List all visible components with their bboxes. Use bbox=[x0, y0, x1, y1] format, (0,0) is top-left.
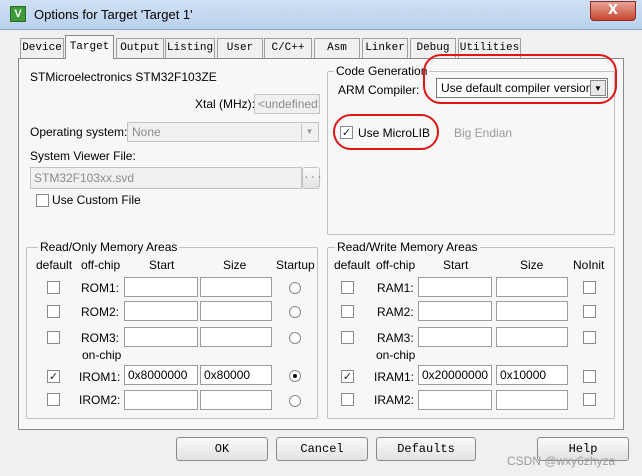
irom2-start-input[interactable] bbox=[124, 390, 198, 410]
rom-onchip-label: on-chip bbox=[82, 348, 122, 362]
ram-header-size: Size bbox=[520, 258, 544, 272]
browse-button[interactable]: ... bbox=[302, 167, 323, 189]
use-custom-file-label: Use Custom File bbox=[52, 193, 141, 207]
ram3-start-input[interactable] bbox=[418, 327, 492, 347]
rom2-start-input[interactable] bbox=[124, 301, 198, 321]
irom1-default-checkbox[interactable]: ✓ bbox=[47, 370, 60, 383]
ram1-noinit-checkbox[interactable] bbox=[583, 281, 596, 294]
highlight-compiler-annotation bbox=[423, 54, 617, 104]
highlight-microlib-annotation bbox=[333, 114, 439, 150]
xtal-input[interactable]: <undefined> bbox=[254, 94, 320, 114]
rom-header-start: Start bbox=[149, 258, 175, 272]
ram3-noinit-checkbox[interactable] bbox=[583, 331, 596, 344]
ram2-size-input[interactable] bbox=[496, 301, 568, 321]
iram1-default-checkbox[interactable]: ✓ bbox=[341, 370, 354, 383]
rom-header-size: Size bbox=[223, 258, 247, 272]
use-custom-file-checkbox[interactable] bbox=[36, 194, 49, 207]
rom2-default-checkbox[interactable] bbox=[47, 305, 60, 318]
csdn-watermark: CSDN @wxy6zhyza bbox=[507, 454, 616, 468]
iram1-noinit-checkbox[interactable] bbox=[583, 370, 596, 383]
system-viewer-input[interactable]: STM32F103xx.svd bbox=[30, 167, 302, 189]
ram-header-offchip: off-chip bbox=[376, 258, 416, 272]
device-name: STMicroelectronics STM32F103ZE bbox=[30, 70, 217, 84]
irom1-label: IROM1: bbox=[79, 370, 121, 384]
iram1-label: IRAM1: bbox=[374, 370, 415, 384]
rom-header-offchip: off-chip bbox=[81, 258, 121, 272]
rom1-startup-radio[interactable] bbox=[289, 282, 301, 294]
ram2-noinit-checkbox[interactable] bbox=[583, 305, 596, 318]
rom2-size-input[interactable] bbox=[200, 301, 272, 321]
big-endian-label: Big Endian bbox=[454, 126, 513, 140]
window-title-background-text: below according to the target STM32 devi… bbox=[210, 8, 521, 20]
ram-header-noinit: NoInit bbox=[573, 258, 605, 272]
iram1-start-input[interactable]: 0x20000000 bbox=[418, 365, 492, 385]
window-title: Options for Target 'Target 1' bbox=[34, 7, 193, 22]
irom2-label: IROM2: bbox=[79, 393, 121, 407]
ram1-size-input[interactable] bbox=[496, 277, 568, 297]
rom1-default-checkbox[interactable] bbox=[47, 281, 60, 294]
rom3-default-checkbox[interactable] bbox=[47, 331, 60, 344]
xtal-label: Xtal (MHz): bbox=[195, 97, 255, 111]
iram2-noinit-checkbox[interactable] bbox=[583, 393, 596, 406]
ram-group-title: Read/Write Memory Areas bbox=[335, 240, 480, 254]
iram2-start-input[interactable] bbox=[418, 390, 492, 410]
rom2-label: ROM2: bbox=[81, 305, 120, 319]
rom3-startup-radio[interactable] bbox=[289, 332, 301, 344]
tab-asm[interactable]: Asm bbox=[314, 38, 360, 58]
rom3-label: ROM3: bbox=[81, 331, 120, 345]
rom2-startup-radio[interactable] bbox=[289, 306, 301, 318]
tab-user[interactable]: User bbox=[217, 38, 263, 58]
ram3-label: RAM3: bbox=[377, 331, 414, 345]
rom1-size-input[interactable] bbox=[200, 277, 272, 297]
iram2-size-input[interactable] bbox=[496, 390, 568, 410]
irom1-size-input[interactable]: 0x80000 bbox=[200, 365, 272, 385]
iram2-label: IRAM2: bbox=[374, 393, 415, 407]
rom3-start-input[interactable] bbox=[124, 327, 198, 347]
rom1-label: ROM1: bbox=[81, 281, 120, 295]
tab-c-cpp[interactable]: C/C++ bbox=[264, 38, 312, 58]
ram1-start-input[interactable] bbox=[418, 277, 492, 297]
defaults-button[interactable]: Defaults bbox=[376, 437, 476, 461]
ram2-default-checkbox[interactable] bbox=[341, 305, 354, 318]
irom1-startup-radio[interactable] bbox=[289, 370, 301, 382]
iram1-size-input[interactable]: 0x10000 bbox=[496, 365, 568, 385]
tab-target[interactable]: Target bbox=[65, 35, 114, 59]
irom2-default-checkbox[interactable] bbox=[47, 393, 60, 406]
system-viewer-label: System Viewer File: bbox=[30, 149, 136, 163]
ram2-start-input[interactable] bbox=[418, 301, 492, 321]
tab-output[interactable]: Output bbox=[116, 38, 164, 58]
rom1-start-input[interactable] bbox=[124, 277, 198, 297]
tab-listing[interactable]: Listing bbox=[165, 38, 215, 58]
chevron-down-icon: ▼ bbox=[301, 124, 317, 140]
ram-onchip-label: on-chip bbox=[376, 348, 416, 362]
irom1-start-input[interactable]: 0x8000000 bbox=[124, 365, 198, 385]
tab-linker[interactable]: Linker bbox=[362, 38, 408, 58]
code-generation-title: Code Generation bbox=[334, 64, 430, 78]
irom2-startup-radio[interactable] bbox=[289, 395, 301, 407]
os-label: Operating system: bbox=[30, 125, 128, 139]
os-select[interactable]: None ▼ bbox=[127, 122, 319, 142]
ram2-label: RAM2: bbox=[377, 305, 414, 319]
rom-header-default: default bbox=[36, 258, 73, 272]
rom3-size-input[interactable] bbox=[200, 327, 272, 347]
ram1-default-checkbox[interactable] bbox=[341, 281, 354, 294]
ram3-default-checkbox[interactable] bbox=[341, 331, 354, 344]
iram2-default-checkbox[interactable] bbox=[341, 393, 354, 406]
rom-group-title: Read/Only Memory Areas bbox=[38, 240, 180, 254]
ram1-label: RAM1: bbox=[377, 281, 414, 295]
ok-button[interactable]: OK bbox=[176, 437, 268, 461]
irom2-size-input[interactable] bbox=[200, 390, 272, 410]
os-select-value: None bbox=[132, 125, 161, 139]
rom-header-startup: Startup bbox=[276, 258, 315, 272]
keil-app-icon: V bbox=[10, 6, 26, 22]
ram3-size-input[interactable] bbox=[496, 327, 568, 347]
ram-header-default: default bbox=[334, 258, 371, 272]
close-button[interactable]: X bbox=[590, 1, 636, 21]
tab-device[interactable]: Device bbox=[20, 38, 64, 58]
ram-header-start: Start bbox=[443, 258, 469, 272]
arm-compiler-label: ARM Compiler: bbox=[338, 83, 420, 97]
cancel-button[interactable]: Cancel bbox=[276, 437, 368, 461]
